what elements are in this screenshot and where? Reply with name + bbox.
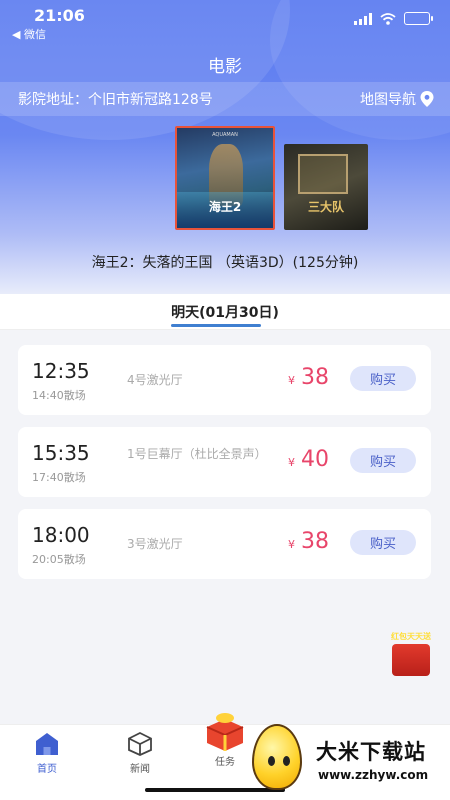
status-bar: 21:06 ◀ 微信 (0, 0, 450, 44)
status-time: 21:06 (34, 6, 85, 25)
home-icon (36, 733, 58, 755)
showtime-card[interactable]: 12:35 14:40散场 4号激光厅 ¥38 购买 (18, 345, 431, 415)
poster-selected[interactable]: AQUAMAN 海王2 (175, 126, 275, 230)
showtime-start: 15:35 (32, 441, 90, 465)
poster-frame (298, 154, 348, 194)
price-amount: 38 (301, 365, 329, 390)
showtime-end: 17:40散场 (32, 471, 86, 484)
battery-icon (404, 12, 433, 25)
showtime-hall: 1号巨幕厅（杜比全景声） (127, 447, 267, 461)
poster-title: 三大队 (307, 200, 344, 214)
signal-icon (354, 12, 372, 25)
poster-carousel[interactable]: AQUAMAN 海王2 三大队 (0, 126, 450, 234)
tab-label: 新闻 (130, 764, 150, 775)
poster-next[interactable]: 三大队 (284, 144, 368, 230)
watermark-url: www.zzhyw.com (318, 768, 429, 782)
cinema-address: 影院地址：个旧市新冠路128号 (18, 92, 213, 108)
tab-label: 首页 (37, 764, 57, 775)
currency-symbol: ¥ (288, 456, 295, 469)
red-packet-label: 红包天天送 (391, 632, 431, 641)
tab-label: 任务 (215, 757, 235, 768)
watermark-title: 大米下载站 (316, 740, 426, 764)
tab-date[interactable]: 明天(01月30日) (0, 302, 450, 322)
showtime-hall: 3号激光厅 (127, 537, 183, 551)
tab-news[interactable]: 新闻 (115, 731, 165, 775)
status-icons (354, 12, 433, 25)
gift-icon (206, 713, 244, 751)
map-navigation-label: 地图导航 (360, 92, 416, 108)
tab-tasks[interactable]: 任务 (200, 709, 250, 768)
red-packet-promo-button[interactable]: 红包天天送 (386, 630, 436, 682)
currency-symbol: ¥ (288, 374, 295, 387)
date-tab-strip: 明天(01月30日) (0, 294, 450, 330)
map-navigation-button[interactable]: 地图导航 (360, 89, 434, 109)
price-amount: 38 (301, 529, 329, 554)
tab-home[interactable]: 首页 (22, 731, 72, 775)
back-to-wechat-link[interactable]: ◀ 微信 (12, 26, 46, 42)
mascot-icon (252, 724, 302, 790)
cinema-address-bar: 影院地址：个旧市新冠路128号 地图导航 (0, 82, 450, 116)
buy-button[interactable]: 购买 (350, 448, 416, 473)
buy-button[interactable]: 购买 (350, 366, 416, 391)
page-title: 电影 (208, 57, 242, 77)
price-amount: 40 (301, 447, 329, 472)
showtime-card[interactable]: 18:00 20:05散场 3号激光厅 ¥38 购买 (18, 509, 431, 579)
showtime-price: ¥38 (288, 365, 329, 390)
buy-button[interactable]: 购买 (350, 530, 416, 555)
showtime-card[interactable]: 15:35 17:40散场 1号巨幕厅（杜比全景声） ¥40 购买 (18, 427, 431, 497)
showtime-end: 14:40散场 (32, 389, 86, 402)
location-pin-icon (420, 91, 434, 107)
showtime-end: 20:05散场 (32, 553, 86, 566)
showtime-price: ¥40 (288, 447, 329, 472)
poster-title: 海王2 (208, 200, 242, 214)
poster-top-text: AQUAMAN (212, 132, 238, 138)
cube-icon (128, 731, 152, 756)
movie-title: 海王2：失落的王国 （英语3D）(125分钟) (91, 255, 359, 271)
showtime-price: ¥38 (288, 529, 329, 554)
showtime-start: 12:35 (32, 359, 90, 383)
showtime-start: 18:00 (32, 523, 90, 547)
red-packet-icon (392, 644, 430, 676)
tab-underline (171, 324, 261, 327)
showtime-hall: 4号激光厅 (127, 373, 183, 387)
currency-symbol: ¥ (288, 538, 295, 551)
watermark-logo: 大米下载站 www.zzhyw.com (246, 722, 450, 800)
wifi-icon (380, 12, 396, 25)
